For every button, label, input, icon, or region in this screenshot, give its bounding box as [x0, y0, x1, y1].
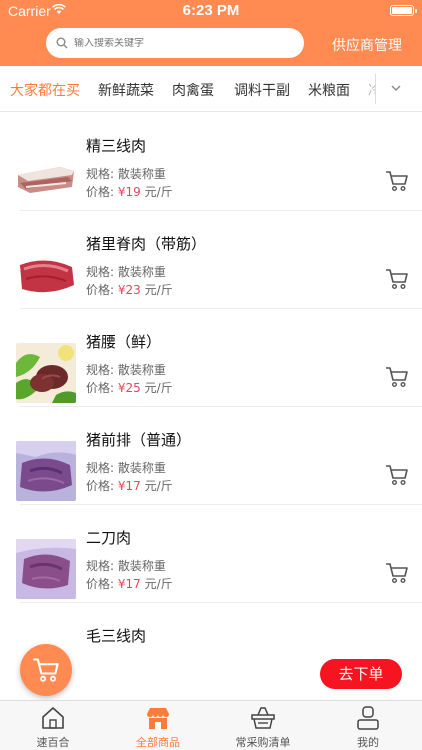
battery-icon — [390, 5, 417, 16]
product-name: 猪里脊肉（带筋） — [86, 235, 207, 253]
place-order-button[interactable]: 去下单 — [320, 659, 402, 689]
product-price: 价格: ¥17 元/斤 — [86, 479, 173, 493]
add-to-cart-icon[interactable] — [385, 366, 409, 388]
price-amount: ¥17 — [117, 479, 141, 493]
product-price: 价格: ¥23 元/斤 — [86, 283, 173, 297]
product-spec: 规格: 散装称重 — [86, 559, 166, 573]
add-to-cart-icon[interactable] — [385, 464, 409, 486]
category-tab-seasonings[interactable]: 调料干副 — [234, 80, 290, 100]
category-divider — [375, 74, 376, 104]
store-icon — [147, 708, 169, 729]
home-icon — [42, 707, 64, 729]
user-icon — [357, 706, 379, 730]
tab-purchase-list[interactable]: 常采购清单 — [223, 705, 303, 750]
search-bar[interactable] — [46, 28, 304, 58]
product-image — [16, 147, 76, 207]
tab-mine[interactable]: 我的 — [328, 705, 408, 750]
add-to-cart-icon[interactable] — [385, 268, 409, 290]
product-name: 猪前排（普通） — [86, 431, 192, 449]
category-tabs: 大家都在买 新鲜蔬菜 肉禽蛋 调料干副 米粮面 冷 — [0, 66, 422, 112]
product-name: 精三线肉 — [86, 137, 147, 155]
product-spec: 规格: 散装称重 — [86, 461, 166, 475]
product-price: 价格: ¥17 元/斤 — [86, 577, 173, 591]
product-item[interactable]: 毛三线肉 — [0, 603, 422, 651]
add-to-cart-icon[interactable] — [385, 562, 409, 584]
product-item[interactable]: 猪腰（鲜） 规格: 散装称重 价格: ¥25 元/斤 — [0, 309, 422, 407]
category-tab-frozen[interactable]: 冷 — [368, 80, 375, 100]
product-image — [16, 441, 76, 501]
shopping-cart-icon — [33, 658, 59, 682]
tab-all-products[interactable]: 全部商品 — [118, 705, 198, 750]
category-tab-meat-poultry-eggs[interactable]: 肉禽蛋 — [172, 80, 214, 100]
product-spec: 规格: 散装称重 — [86, 265, 166, 279]
product-price: 价格: ¥19 元/斤 — [86, 185, 173, 199]
tab-label: 我的 — [357, 736, 379, 749]
tab-label: 全部商品 — [136, 736, 180, 749]
top-header: Carrier 6:23 PM 供应商管理 — [0, 0, 422, 66]
product-price: 价格: ¥25 元/斤 — [86, 381, 173, 395]
product-name: 毛三线肉 — [86, 627, 147, 645]
add-to-cart-icon[interactable] — [385, 170, 409, 192]
product-image — [16, 245, 76, 305]
product-name: 二刀肉 — [86, 529, 132, 547]
product-spec: 规格: 散装称重 — [86, 167, 166, 181]
product-item[interactable]: 猪前排（普通） 规格: 散装称重 价格: ¥17 元/斤 — [0, 407, 422, 505]
product-list[interactable]: 精三线肉 规格: 散装称重 价格: ¥19 元/斤 猪里脊肉（带筋） 规格: 散… — [0, 113, 422, 651]
supplier-management-link[interactable]: 供应商管理 — [332, 35, 402, 55]
price-amount: ¥17 — [117, 577, 141, 591]
basket-icon — [251, 707, 275, 729]
status-bar: Carrier 6:23 PM — [0, 0, 422, 22]
search-input[interactable] — [74, 37, 274, 49]
price-amount: ¥25 — [117, 381, 141, 395]
chevron-down-icon[interactable] — [388, 80, 404, 96]
category-scroll[interactable]: 大家都在买 新鲜蔬菜 肉禽蛋 调料干副 米粮面 冷 — [0, 66, 375, 112]
search-icon — [56, 37, 68, 49]
product-item[interactable]: 猪里脊肉（带筋） 规格: 散装称重 价格: ¥23 元/斤 — [0, 211, 422, 309]
price-amount: ¥23 — [117, 283, 141, 297]
tab-home[interactable]: 速百合 — [13, 705, 93, 750]
tab-label: 常采购清单 — [235, 736, 291, 749]
cart-fab-button[interactable] — [20, 644, 72, 696]
product-image — [16, 539, 76, 599]
product-item[interactable]: 二刀肉 规格: 散装称重 价格: ¥17 元/斤 — [0, 505, 422, 603]
tab-label: 速百合 — [36, 736, 70, 749]
category-tab-grains[interactable]: 米粮面 — [308, 80, 350, 100]
price-amount: ¥19 — [117, 185, 141, 199]
category-tab-popular[interactable]: 大家都在买 — [10, 80, 80, 100]
bottom-tab-bar: 速百合 全部商品 常采购清单 我的 — [0, 700, 422, 750]
product-spec: 规格: 散装称重 — [86, 363, 166, 377]
product-image — [16, 343, 76, 403]
product-name: 猪腰（鲜） — [86, 333, 162, 351]
product-item[interactable]: 精三线肉 规格: 散装称重 价格: ¥19 元/斤 — [0, 113, 422, 211]
category-tab-vegetables[interactable]: 新鲜蔬菜 — [98, 80, 154, 100]
status-time: 6:23 PM — [182, 2, 240, 19]
